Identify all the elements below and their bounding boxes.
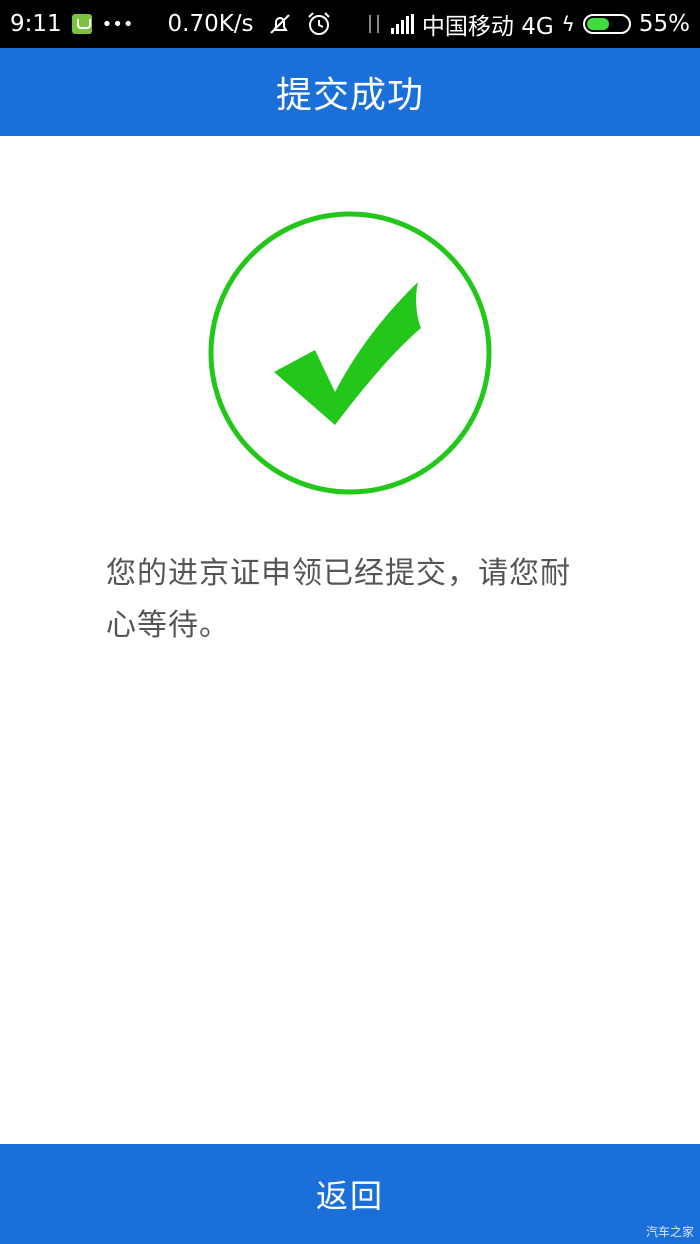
status-right: 中国移动 4G ϟ 55% bbox=[365, 7, 690, 41]
more-notifications-icon: ••• bbox=[101, 13, 134, 35]
status-center: 0.70K/s bbox=[168, 11, 332, 37]
network-speed: 0.70K/s bbox=[167, 11, 254, 37]
battery-fill bbox=[586, 18, 609, 30]
page-title: 提交成功 bbox=[275, 75, 424, 116]
page-header: 提交成功 bbox=[0, 48, 700, 136]
app-notification-icon bbox=[71, 14, 92, 34]
alarm-icon bbox=[306, 11, 332, 37]
signal-icon bbox=[390, 14, 414, 34]
charging-icon: ϟ bbox=[561, 12, 575, 36]
success-check-icon bbox=[207, 210, 493, 496]
status-bar: 9:11 ••• 0.70K/s 中国移动 4G ϟ 55% bbox=[0, 0, 700, 48]
submission-message: 您的进京证申领已经提交，请您耐心等待。 bbox=[106, 556, 571, 643]
back-button[interactable]: 返回 bbox=[0, 1144, 700, 1244]
carrier-label: 中国移动 4G bbox=[421, 14, 554, 40]
back-button-label: 返回 bbox=[315, 1177, 384, 1215]
mute-icon bbox=[266, 12, 294, 36]
status-left: 9:11 ••• bbox=[10, 11, 134, 37]
status-time: 9:11 bbox=[10, 11, 62, 37]
battery-percent: 55% bbox=[638, 11, 690, 37]
watermark-logo: 汽车之家 bbox=[645, 1225, 694, 1239]
data-arrows-icon bbox=[365, 13, 383, 35]
battery-icon bbox=[582, 14, 631, 34]
